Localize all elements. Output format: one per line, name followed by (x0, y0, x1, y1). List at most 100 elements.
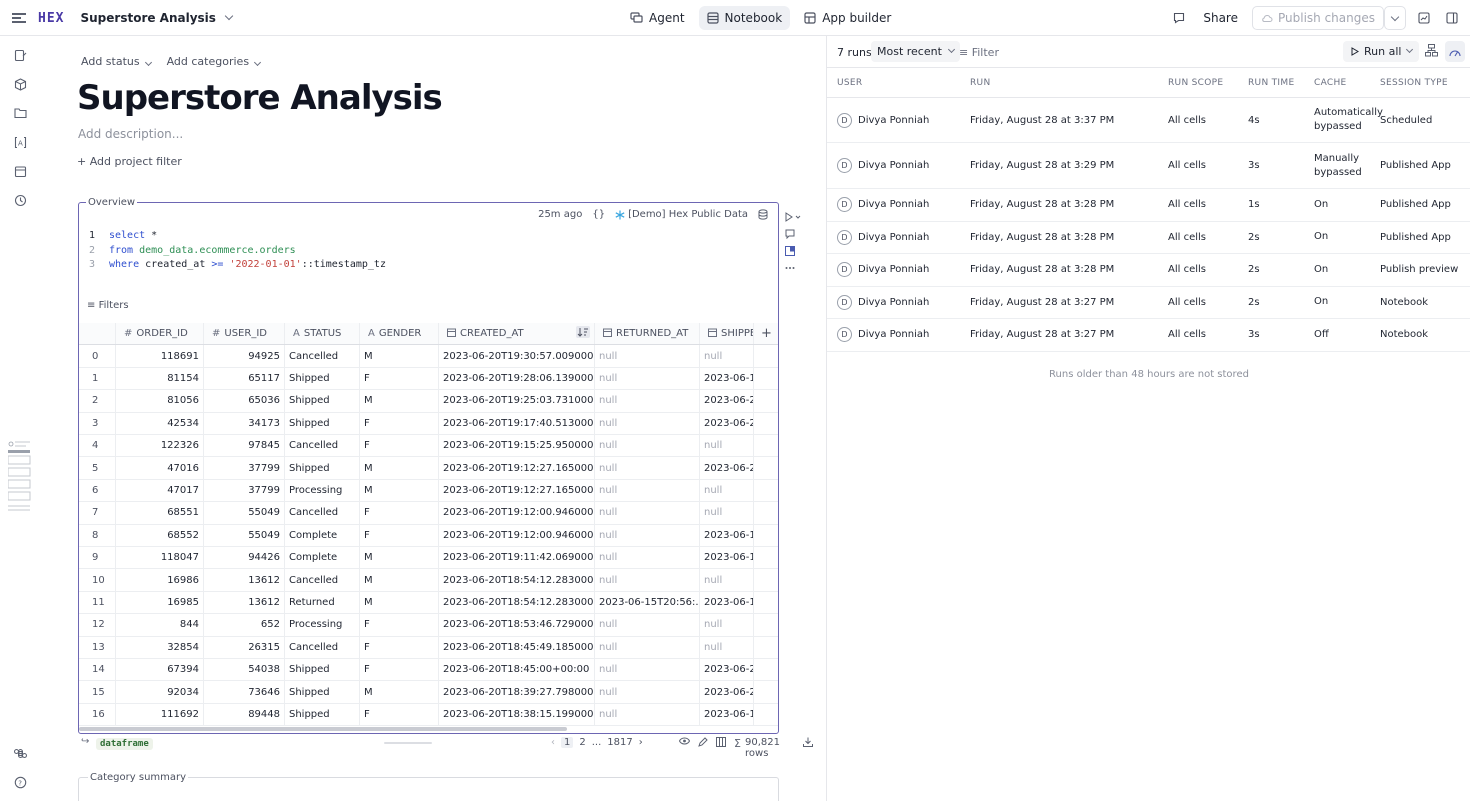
row-index[interactable]: 9 (79, 547, 116, 569)
table-cell[interactable]: 47016 (116, 457, 204, 479)
run-all-dropdown[interactable] (1401, 41, 1419, 62)
table-cell[interactable]: null (595, 703, 700, 726)
schedule-icon[interactable] (12, 163, 28, 179)
add-column-icon[interactable]: + (754, 323, 778, 345)
table-cell[interactable]: 2023-06-20T19:11:42.069000... (439, 547, 595, 569)
table-row[interactable]: 16 111692 89448 Shipped F 2023-06-20T18:38:15… (79, 703, 778, 727)
table-cell[interactable]: F (360, 367, 439, 390)
row-index[interactable]: 8 (79, 524, 116, 546)
row-index[interactable]: 10 (79, 569, 116, 591)
table-cell[interactable]: null (595, 345, 700, 367)
cell-title[interactable]: Overview (86, 197, 138, 208)
table-cell[interactable]: 55049 (204, 502, 285, 524)
add-status-button[interactable]: Add status (81, 55, 152, 68)
table-cell[interactable]: null (595, 367, 700, 390)
sql-cell[interactable]: 25m ago {} [Demo] Hex Public Data 1 selec… (78, 202, 779, 734)
table-cell[interactable]: F (360, 524, 439, 546)
table-cell[interactable]: 2023-06-20T18:45:49.185000... (439, 636, 595, 658)
table-cell[interactable]: null (700, 435, 754, 457)
column-header[interactable]: # USER_ID (204, 323, 285, 345)
table-cell[interactable]: null (595, 412, 700, 434)
table-row[interactable]: 10 16986 13612 Cancelled M 2023-06-20T18:54:1… (79, 569, 778, 592)
table-cell[interactable]: 2023-06-20T19:12:27.165000... (439, 457, 595, 479)
table-cell[interactable]: 73646 (204, 681, 285, 703)
next-page-icon[interactable]: › (639, 737, 643, 748)
table-cell[interactable]: 2023-06-20T18:38:15.199000... (439, 703, 595, 726)
table-cell[interactable]: M (360, 479, 439, 502)
code-line[interactable]: 3 where created_at >= '2022-01-01'::times… (89, 258, 386, 273)
table-cell[interactable]: Complete (285, 524, 360, 546)
mode-agent[interactable]: Agent (622, 6, 693, 30)
table-row[interactable]: 14 67394 54038 Shipped F 2023-06-20T18:45:00+… (79, 659, 778, 682)
chart-icon[interactable] (1414, 8, 1434, 28)
table-cell[interactable]: 2023-06-20T19:12:27.165000... (439, 479, 595, 502)
table-cell[interactable]: Cancelled (285, 569, 360, 591)
table-cell[interactable]: 13612 (204, 569, 285, 591)
menu-icon[interactable] (12, 13, 26, 23)
page-last[interactable]: 1817 (607, 737, 632, 748)
table-cell[interactable]: 2023-06-20T19:30:57.009000... (439, 345, 595, 367)
table-cell[interactable]: Shipped (285, 412, 360, 434)
table-cell[interactable]: Returned (285, 591, 360, 614)
row-index[interactable]: 6 (79, 479, 116, 502)
publish-changes-button[interactable]: Publish changes (1251, 6, 1384, 30)
run-row[interactable]: D Divya Ponniah Friday, August 28 at 3:27 … (827, 287, 1470, 319)
run-row[interactable]: D Divya Ponniah Friday, August 28 at 3:28 … (827, 189, 1470, 222)
sidebar-toggle-icon[interactable] (1442, 8, 1462, 28)
table-cell[interactable]: F (360, 703, 439, 726)
horizontal-scrollbar[interactable] (79, 727, 567, 731)
database-icon[interactable] (758, 209, 768, 220)
table-cell[interactable]: 2023-06-20T19:28:06.139000... (439, 367, 595, 390)
table-row[interactable]: 12 844 652 Processing F 2023-06-20T18:53:46.7… (79, 614, 778, 637)
table-cell[interactable]: M (360, 547, 439, 569)
table-cell[interactable]: null (595, 614, 700, 636)
page-title[interactable]: Superstore Analysis (77, 78, 443, 118)
code-editor[interactable]: 1 select * 2 from demo_data.ecommerce.order… (89, 229, 386, 273)
table-cell[interactable]: null (595, 547, 700, 569)
table-cell[interactable]: F (360, 502, 439, 524)
table-cell[interactable]: 26315 (204, 636, 285, 658)
edit-icon[interactable] (698, 737, 708, 750)
prev-page-icon[interactable]: ‹ (551, 737, 555, 748)
folder-icon[interactable] (12, 105, 28, 121)
table-cell[interactable]: 652 (204, 614, 285, 636)
table-cell[interactable]: 2023-06-15T20:56:... (595, 591, 700, 614)
table-row[interactable]: 1 81154 65117 Shipped F 2023-06-20T19:28:06.1… (79, 367, 778, 391)
table-cell[interactable]: 2023-06-2( (700, 412, 754, 434)
table-cell[interactable]: 2023-06-20T19:12:00.946000... (439, 524, 595, 546)
download-icon[interactable] (803, 737, 813, 750)
params-button[interactable]: {} (592, 209, 605, 220)
table-cell[interactable]: 2023-06-20T19:17:40.513000... (439, 412, 595, 434)
table-cell[interactable]: Cancelled (285, 345, 360, 367)
mode-notebook[interactable]: Notebook (698, 6, 791, 30)
column-header[interactable] (79, 323, 116, 345)
row-index[interactable]: 2 (79, 390, 116, 412)
table-cell[interactable]: 32854 (116, 636, 204, 658)
table-cell[interactable]: M (360, 390, 439, 412)
table-cell[interactable]: null (595, 569, 700, 591)
table-cell[interactable]: null (700, 614, 754, 636)
run-all-button[interactable]: Run all (1343, 41, 1410, 62)
table-cell[interactable]: M (360, 591, 439, 614)
table-cell[interactable]: M (360, 681, 439, 703)
table-cell[interactable]: 67394 (116, 659, 204, 681)
variables-icon[interactable]: A (12, 134, 28, 150)
sum-icon[interactable]: Σ (734, 737, 741, 750)
table-row[interactable]: 2 81056 65036 Shipped M 2023-06-20T19:25:03.7… (79, 390, 778, 413)
table-cell[interactable]: 2023-06-20T18:54:12.283000... (439, 569, 595, 591)
table-cell[interactable]: 111692 (116, 703, 204, 726)
table-cell[interactable]: F (360, 412, 439, 434)
table-cell[interactable]: 2023-06-2( (700, 659, 754, 681)
hex-logo[interactable]: HEX (38, 11, 64, 26)
code-line[interactable]: 2 from demo_data.ecommerce.orders (89, 244, 386, 259)
table-cell[interactable]: 2023-06-20T19:12:00.946000... (439, 502, 595, 524)
output-variable[interactable]: dataframe (96, 738, 153, 750)
table-cell[interactable]: M (360, 569, 439, 591)
publish-dropdown[interactable] (1384, 6, 1406, 30)
layout-icon[interactable] (785, 242, 805, 259)
table-cell[interactable]: null (595, 479, 700, 502)
row-index[interactable]: 5 (79, 457, 116, 479)
table-cell[interactable]: null (595, 524, 700, 546)
add-project-filter-button[interactable]: + Add project filter (77, 155, 182, 168)
table-cell[interactable]: F (360, 435, 439, 457)
